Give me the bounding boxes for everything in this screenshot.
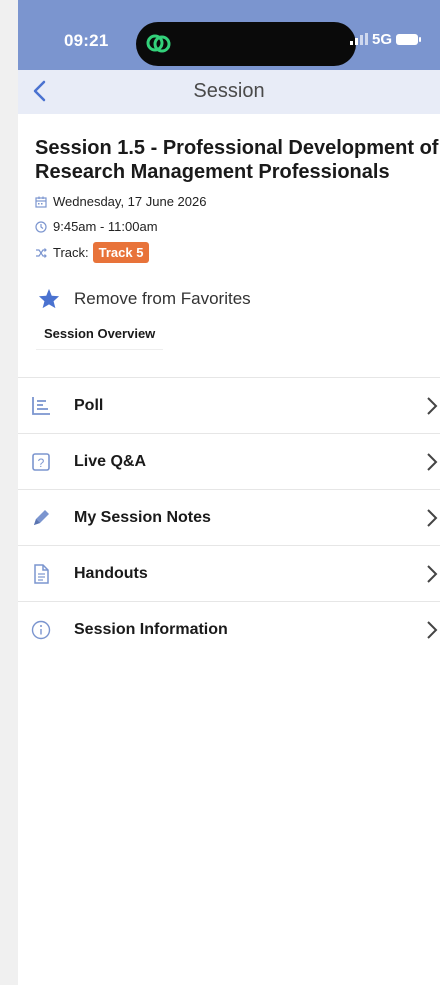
menu-item-handouts[interactable]: Handouts: [18, 545, 440, 601]
tab-session-overview[interactable]: Session Overview: [36, 320, 164, 350]
remove-favorite-button[interactable]: Remove from Favorites: [38, 288, 251, 309]
shuffle-icon: [36, 247, 47, 258]
session-title-line-2: Research Management Professionals: [35, 161, 390, 183]
clock-icon: [35, 220, 47, 233]
chevron-right-icon: [427, 453, 438, 471]
status-bar: 09:21 5G: [18, 0, 440, 70]
session-date: Wednesday, 17 June 2026: [53, 194, 207, 209]
chevron-right-icon: [427, 565, 438, 583]
session-title: Session 1.5 - Professional Development o…: [35, 136, 440, 184]
poll-chart-icon: [32, 397, 50, 415]
battery-icon: [396, 34, 421, 45]
info-icon: [31, 620, 51, 640]
menu-item-session-notes[interactable]: My Session Notes: [18, 489, 440, 545]
svg-text:?: ?: [38, 456, 45, 470]
network-type: 5G: [372, 31, 393, 48]
page-title: Session: [193, 80, 265, 102]
chevron-right-icon: [427, 509, 438, 527]
signal-icon: [350, 33, 368, 45]
session-date-row: Wednesday, 17 June 2026: [35, 194, 206, 209]
star-icon: [38, 288, 60, 309]
menu-item-session-information[interactable]: Session Information: [18, 601, 440, 657]
chevron-right-icon: [427, 621, 438, 639]
chevron-right-icon: [427, 397, 438, 415]
menu-item-label: Poll: [74, 396, 104, 414]
session-time-row: 9:45am - 11:00am: [35, 219, 158, 234]
document-icon: [34, 564, 49, 584]
question-box-icon: ?: [32, 453, 50, 471]
menu-item-label: Live Q&A: [74, 452, 147, 470]
menu-item-live-qa[interactable]: ? Live Q&A: [18, 433, 440, 489]
session-track-row: Track: Track 5: [35, 242, 150, 263]
track-badge[interactable]: Track 5: [92, 242, 150, 263]
favorite-label: Remove from Favorites: [74, 288, 251, 308]
calendar-icon: [35, 196, 47, 208]
menu-item-label: My Session Notes: [74, 508, 211, 526]
phone-screen: 09:21 5G Session Session 1.5 - Professio…: [18, 0, 440, 985]
session-title-line-1: Session 1.5 - Professional Development o…: [35, 137, 439, 159]
session-menu: Poll ? Live Q&A My Session Notes Handout…: [18, 377, 440, 657]
session-time: 9:45am - 11:00am: [53, 219, 158, 234]
track-label: Track:: [53, 245, 89, 260]
nav-bar: Session: [18, 70, 440, 114]
status-time: 09:21: [64, 31, 109, 50]
menu-item-poll[interactable]: Poll: [18, 377, 440, 433]
menu-item-label: Handouts: [74, 564, 148, 582]
pencil-icon: [34, 510, 49, 525]
link-chain-icon: [146, 34, 171, 53]
menu-item-label: Session Information: [74, 620, 228, 638]
